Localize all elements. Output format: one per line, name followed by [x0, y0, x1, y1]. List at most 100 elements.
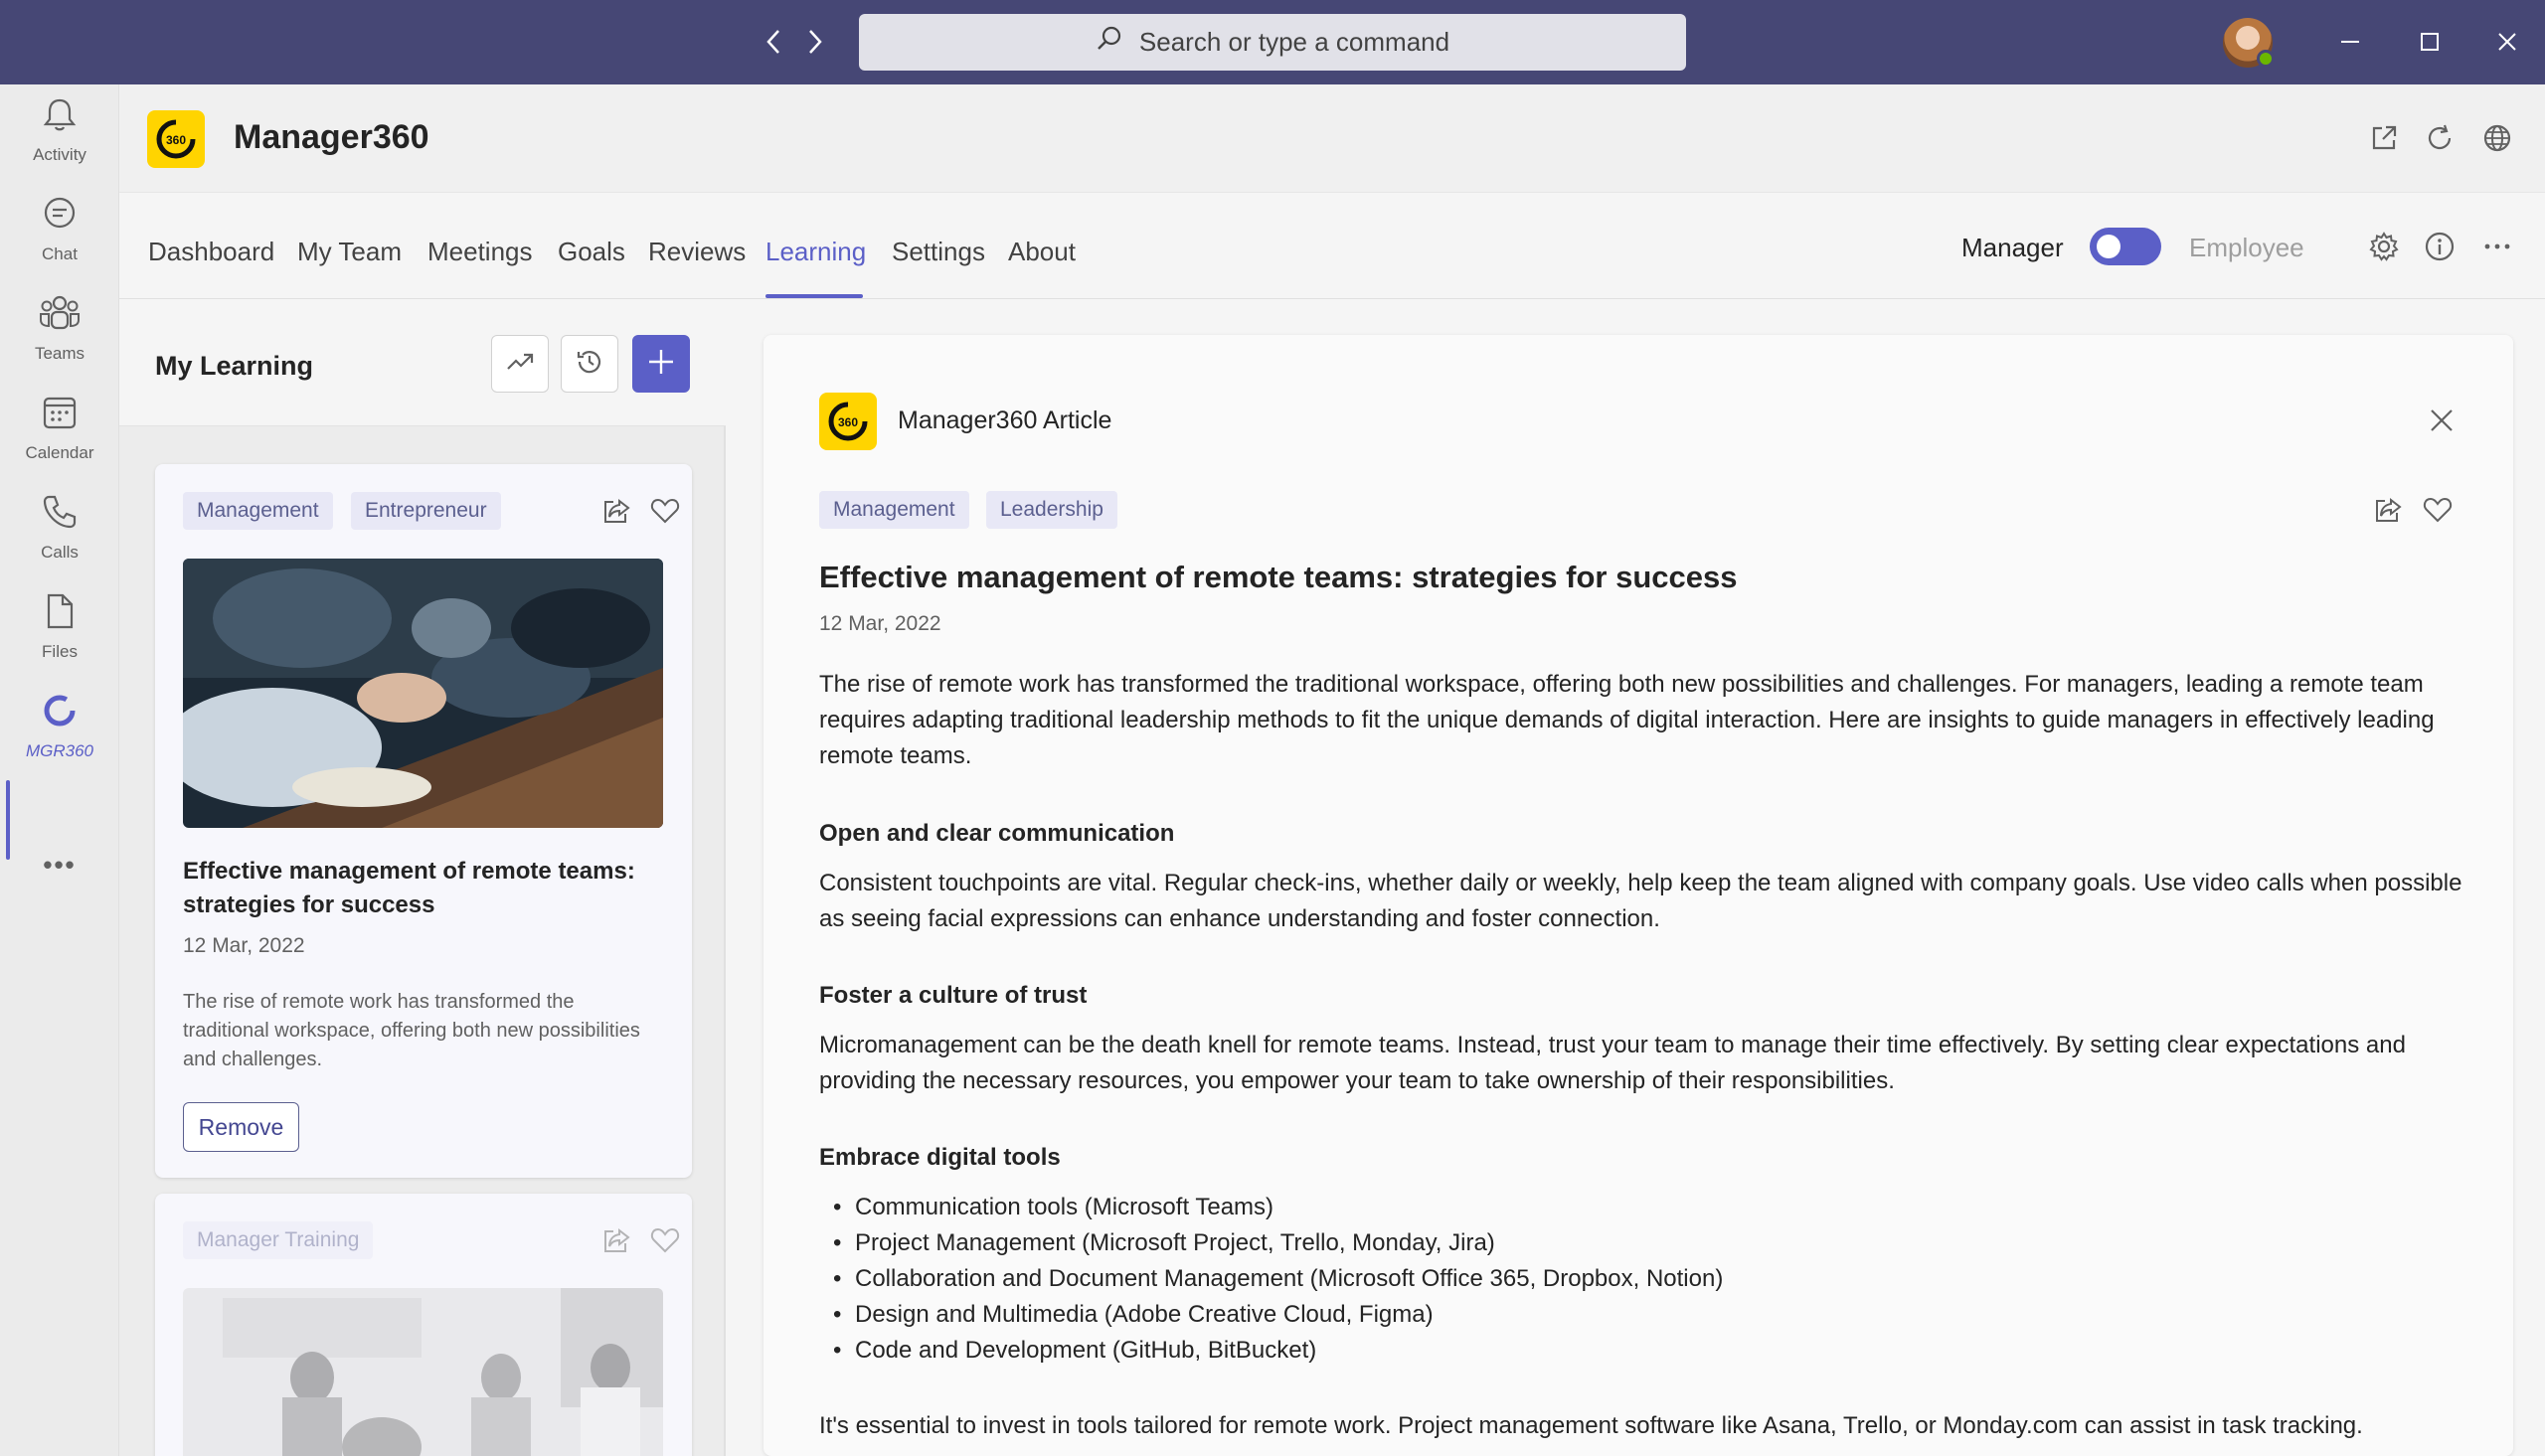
rail-item-files[interactable]: Files [0, 581, 119, 671]
active-tab-underline [765, 294, 863, 298]
phone-icon [40, 492, 80, 537]
globe-icon[interactable] [2477, 118, 2517, 158]
more-options-icon[interactable] [2477, 227, 2517, 266]
info-icon[interactable] [2420, 227, 2460, 266]
history-button[interactable] [561, 335, 618, 393]
card-tags: Manager Training [183, 1221, 561, 1259]
list-item: Project Management (Microsoft Project, T… [819, 1225, 1723, 1261]
article-source: Manager360 Article [898, 406, 1112, 434]
presence-available-icon [2257, 50, 2275, 68]
rail-item-activity[interactable]: Activity [0, 84, 119, 174]
forward-arrow-icon[interactable] [797, 24, 833, 60]
search-placeholder: Search or type a command [1138, 27, 1450, 57]
share-icon[interactable] [598, 1222, 634, 1258]
remove-button[interactable]: Remove [183, 1102, 299, 1152]
rail-item-chat[interactable]: Chat [0, 184, 119, 273]
section-heading: Embrace digital tools [819, 1144, 1061, 1171]
list-item: Communication tools (Microsoft Teams) [819, 1190, 1723, 1225]
history-icon [575, 347, 604, 382]
rail-item-calendar[interactable]: Calendar [0, 383, 119, 472]
section-body: Consistent touchpoints are vital. Regula… [819, 870, 2462, 932]
heart-icon[interactable] [2420, 492, 2456, 528]
list-item: Code and Development (GitHub, BitBucket) [819, 1333, 1723, 1369]
search-icon [1096, 25, 1123, 60]
share-icon[interactable] [2370, 492, 2406, 528]
file-icon [40, 591, 80, 636]
tab-dashboard[interactable]: Dashboard [148, 237, 274, 267]
section-heading: Foster a culture of trust [819, 982, 1088, 1009]
learning-list-title: My Learning [155, 351, 314, 381]
manager360-logo: 360 [147, 110, 205, 168]
card-image [183, 559, 663, 828]
refresh-icon[interactable] [2420, 118, 2460, 158]
tabs-bar: Dashboard My Team Meetings Goals Reviews… [119, 192, 2545, 299]
tag-chip[interactable]: Management [819, 491, 969, 529]
rail-item-mgr360[interactable]: MGR360 [0, 681, 119, 770]
tag-chip[interactable]: Entrepreneur [351, 492, 501, 530]
app-title: Manager360 [234, 118, 429, 156]
section-heading: Open and clear communication [819, 820, 1175, 847]
tab-reviews[interactable]: Reviews [648, 237, 746, 267]
learning-list-header: My Learning [119, 299, 726, 426]
close-icon[interactable] [2424, 403, 2460, 438]
logo-text: 360 [166, 133, 186, 147]
article-panel: 360 Manager360 Article Management Leader… [764, 335, 2513, 1456]
rail-item-calls[interactable]: Calls [0, 482, 119, 571]
article-intro: The rise of remote work has transformed … [819, 671, 2435, 769]
search-input[interactable]: Search or type a command [859, 14, 1686, 71]
back-arrow-icon[interactable] [756, 24, 791, 60]
more-apps-icon[interactable]: ••• [0, 845, 119, 885]
tab-settings[interactable]: Settings [892, 237, 985, 267]
list-item: Design and Multimedia (Adobe Creative Cl… [819, 1297, 1723, 1333]
teams-icon [38, 293, 82, 338]
card-faded-content: Manager Training [155, 1194, 692, 1456]
calendar-icon [40, 393, 80, 437]
tab-my-team[interactable]: My Team [297, 237, 402, 267]
card-date: 12 Mar, 2022 [183, 934, 305, 957]
app-header: 360 Manager360 [119, 84, 2545, 192]
tab-meetings[interactable]: Meetings [427, 237, 533, 267]
share-icon[interactable] [598, 493, 634, 529]
section-body: Micromanagement can be the death knell f… [819, 1032, 2406, 1094]
article-title: Effective management of remote teams: st… [819, 560, 1738, 594]
tools-list: Communication tools (Microsoft Teams) Pr… [819, 1190, 1723, 1369]
tab-learning[interactable]: Learning [765, 237, 866, 267]
learning-list-panel: My Learning Management Entrepreneur Effe… [119, 299, 726, 1456]
tag-chip[interactable]: Management [183, 492, 333, 530]
rail-label: MGR360 [25, 740, 94, 760]
article-date: 12 Mar, 2022 [819, 612, 941, 635]
card-title[interactable]: Effective management of remote teams: st… [183, 855, 670, 922]
chat-icon [40, 194, 80, 239]
more-dots: ••• [43, 849, 77, 880]
toggle-knob [2097, 235, 2121, 258]
role-toggle[interactable] [2090, 228, 2161, 265]
rail-item-teams[interactable]: Teams [0, 283, 119, 373]
add-learning-button[interactable] [632, 335, 690, 393]
tab-about[interactable]: About [1008, 237, 1076, 267]
tag-chip[interactable]: Leadership [986, 491, 1117, 529]
app-rail: Activity Chat Teams Calendar Calls Files… [0, 84, 119, 1456]
heart-icon[interactable] [647, 1222, 683, 1258]
article-closing: It's essential to invest in tools tailor… [819, 1412, 2363, 1439]
close-window-icon[interactable] [2485, 22, 2529, 62]
learning-card[interactable]: Management Entrepreneur Effective manage… [155, 464, 692, 1178]
maximize-icon[interactable] [2408, 22, 2452, 62]
card-image [183, 1288, 663, 1456]
tab-goals[interactable]: Goals [558, 237, 625, 267]
popout-icon[interactable] [2364, 118, 2404, 158]
trending-button[interactable] [491, 335, 549, 393]
tag-chip[interactable]: Manager Training [183, 1221, 374, 1259]
role-employee-label: Employee [2189, 233, 2304, 262]
list-item: Collaboration and Document Management (M… [819, 1261, 1723, 1297]
title-bar: Search or type a command [0, 0, 2545, 84]
learning-card[interactable]: Manager Training [155, 1194, 692, 1456]
heart-icon[interactable] [647, 493, 683, 529]
rail-label: Files [42, 641, 78, 661]
rail-label: Calls [41, 542, 79, 562]
minimize-icon[interactable] [2328, 22, 2372, 62]
rail-label: Activity [33, 144, 86, 164]
logo-text: 360 [838, 415, 858, 429]
gear-icon[interactable] [2364, 227, 2404, 266]
card-tags: Management Entrepreneur [183, 492, 561, 530]
rail-label: Calendar [25, 442, 94, 462]
